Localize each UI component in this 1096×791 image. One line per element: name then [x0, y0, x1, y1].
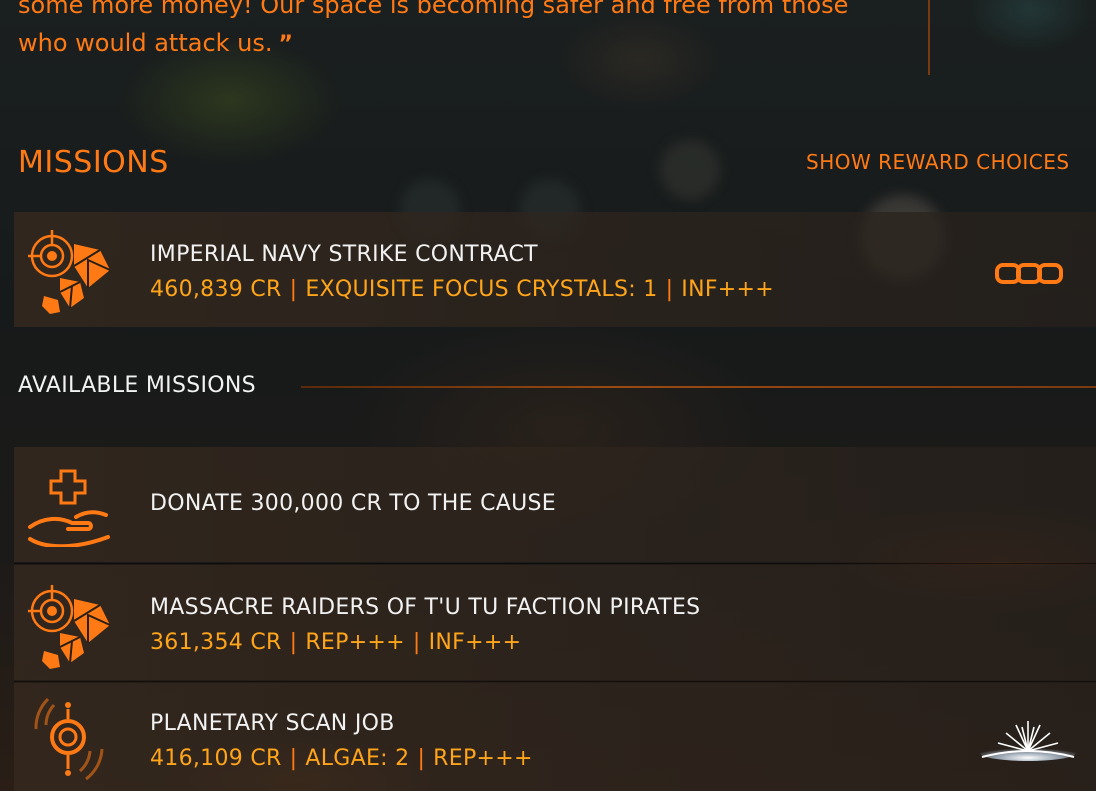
mission-title: MASSACRE RAIDERS OF T'U TU FACTION PIRAT… [150, 595, 701, 620]
mission-title: PLANETARY SCAN JOB [150, 711, 395, 736]
reward-influence: INF+++ [681, 277, 774, 302]
reward-credits: 416,109 CR [150, 746, 282, 771]
reward-commodity: EXQUISITE FOCUS CRYSTALS: 1 [305, 277, 658, 302]
show-reward-choices-button[interactable]: SHOW REWARD CHOICES [806, 150, 1070, 174]
mission-title: IMPERIAL NAVY STRIKE CONTRACT [150, 242, 538, 267]
reward-influence: INF+++ [428, 630, 522, 655]
mission-item-massacre[interactable]: MASSACRE RAIDERS OF T'U TU FACTION PIRAT… [14, 565, 1096, 680]
quote-text: some more money! Our space is becoming s… [18, 0, 918, 64]
active-mission-card[interactable]: IMPERIAL NAVY STRIKE CONTRACT 460,839 CR… [14, 212, 1096, 327]
linked-chain-icon [994, 262, 1064, 286]
combat-crosshair-crystal-icon [26, 581, 116, 671]
mission-item-donate[interactable]: DONATE 300,000 CR TO THE CAUSE [14, 447, 1096, 562]
reward-commodity: ALGAE: 2 [305, 746, 410, 771]
reward-credits: 460,839 CR [150, 277, 282, 302]
reward-reputation: REP+++ [305, 630, 405, 655]
combat-crosshair-crystal-icon [26, 226, 116, 316]
quote-line-1: some more money! Our space is becoming s… [18, 0, 849, 19]
mission-rewards: 416,109 CR | ALGAE: 2 | REP+++ [150, 746, 533, 771]
row-divider [14, 681, 1096, 682]
mission-item-planetary-scan[interactable]: PLANETARY SCAN JOB 416,109 CR | ALGAE: 2 | R… [14, 683, 1096, 791]
section-divider-line [301, 386, 1096, 388]
available-missions-label: AVAILABLE MISSIONS [18, 373, 256, 398]
missions-header: MISSIONS [18, 145, 169, 180]
reward-reputation: REP+++ [433, 746, 533, 771]
quote-line-2: who would attack us. [18, 29, 273, 57]
mission-rewards: 460,839 CR | EXQUISITE FOCUS CRYSTALS: 1 | I… [150, 277, 774, 302]
mission-rewards: 361,354 CR | REP+++ | INF+++ [150, 630, 522, 655]
reward-credits: 361,354 CR [150, 630, 282, 655]
planet-horizon-sunrise-icon [978, 717, 1078, 763]
bg-orb [660, 140, 720, 200]
scan-signal-icon [26, 695, 116, 785]
close-quote-icon: ” [278, 32, 293, 57]
donation-hand-plus-icon [26, 467, 116, 549]
mission-title: DONATE 300,000 CR TO THE CAUSE [150, 491, 556, 516]
row-divider [14, 563, 1096, 564]
divider-vertical [928, 0, 930, 75]
